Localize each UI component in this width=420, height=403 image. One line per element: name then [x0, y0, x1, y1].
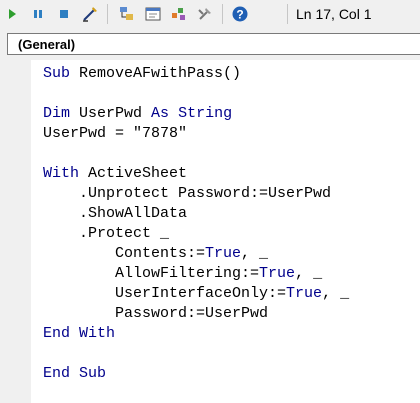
code-line: .Protect _ — [43, 224, 349, 244]
pause-icon[interactable] — [27, 3, 49, 25]
toolbox-icon[interactable] — [194, 3, 216, 25]
code-keyword: True — [259, 265, 296, 282]
code-token: .Protect _ — [43, 225, 170, 242]
code-token: , _ — [322, 285, 350, 302]
object-dropdown-value: (General) — [18, 37, 76, 52]
code-token: Contents:= — [43, 245, 206, 262]
project-explorer-icon[interactable] — [116, 3, 138, 25]
code-keyword: End — [43, 325, 71, 342]
code-token: Password:=UserPwd — [43, 305, 269, 322]
code-line: Contents:=True, _ — [43, 244, 349, 264]
code-text: Sub RemoveAFwithPass() Dim UserPwd As St… — [43, 64, 349, 384]
code-keyword: With — [43, 165, 80, 182]
code-token: ActiveSheet — [79, 165, 188, 182]
code-keyword: With — [79, 325, 116, 342]
cursor-position-text: Ln 17, Col 1 — [296, 6, 372, 22]
code-line: UserPwd = "7878" — [43, 124, 349, 144]
code-token: .ShowAllData — [43, 205, 188, 222]
code-token: AllowFiltering:= — [43, 265, 260, 282]
svg-text:?: ? — [236, 8, 243, 22]
code-token: UserPwd = "7878" — [43, 125, 188, 142]
code-line: .ShowAllData — [43, 204, 349, 224]
toolbar-separator — [107, 4, 108, 24]
help-icon[interactable]: ? — [229, 3, 251, 25]
object-dropdown[interactable]: (General) — [7, 33, 420, 55]
code-token: , _ — [295, 265, 323, 282]
code-keyword: Sub — [79, 365, 107, 382]
stop-icon[interactable] — [53, 3, 75, 25]
toolbar-separator — [287, 4, 288, 24]
standard-toolbar: ? Ln 17, Col 1 — [0, 0, 420, 29]
procedure-bar: (General) — [0, 29, 420, 60]
code-keyword: As — [151, 105, 170, 122]
code-editor[interactable]: Sub RemoveAFwithPass() Dim UserPwd As St… — [31, 60, 420, 403]
code-token: .Unprotect Password:=UserPwd — [43, 185, 332, 202]
code-line: Dim UserPwd As String — [43, 104, 349, 124]
code-token: UserPwd — [70, 105, 152, 122]
toolbar-separator — [222, 4, 223, 24]
code-line: UserInterfaceOnly:=True, _ — [43, 284, 349, 304]
code-line: With ActiveSheet — [43, 164, 349, 184]
code-line: .Unprotect Password:=UserPwd — [43, 184, 349, 204]
code-keyword: Sub — [43, 65, 71, 82]
object-browser-icon[interactable] — [168, 3, 190, 25]
code-line: End With — [43, 324, 349, 344]
code-token: UserInterfaceOnly:= — [43, 285, 287, 302]
code-line: End Sub — [43, 364, 349, 384]
code-line: Password:=UserPwd — [43, 304, 349, 324]
code-keyword: Dim — [43, 105, 71, 122]
code-keyword: True — [286, 285, 323, 302]
properties-window-icon[interactable] — [142, 3, 164, 25]
run-icon[interactable] — [1, 3, 23, 25]
code-token: RemoveAFwithPass() — [70, 65, 242, 82]
code-line: AllowFiltering:=True, _ — [43, 264, 349, 284]
code-keyword: String — [178, 105, 233, 122]
design-mode-icon[interactable] — [79, 3, 101, 25]
code-margin-indicator-bar[interactable] — [0, 60, 31, 403]
code-line: Sub RemoveAFwithPass() — [43, 64, 349, 84]
code-keyword: End — [43, 365, 71, 382]
code-keyword: True — [205, 245, 242, 262]
code-token: , _ — [241, 245, 269, 262]
